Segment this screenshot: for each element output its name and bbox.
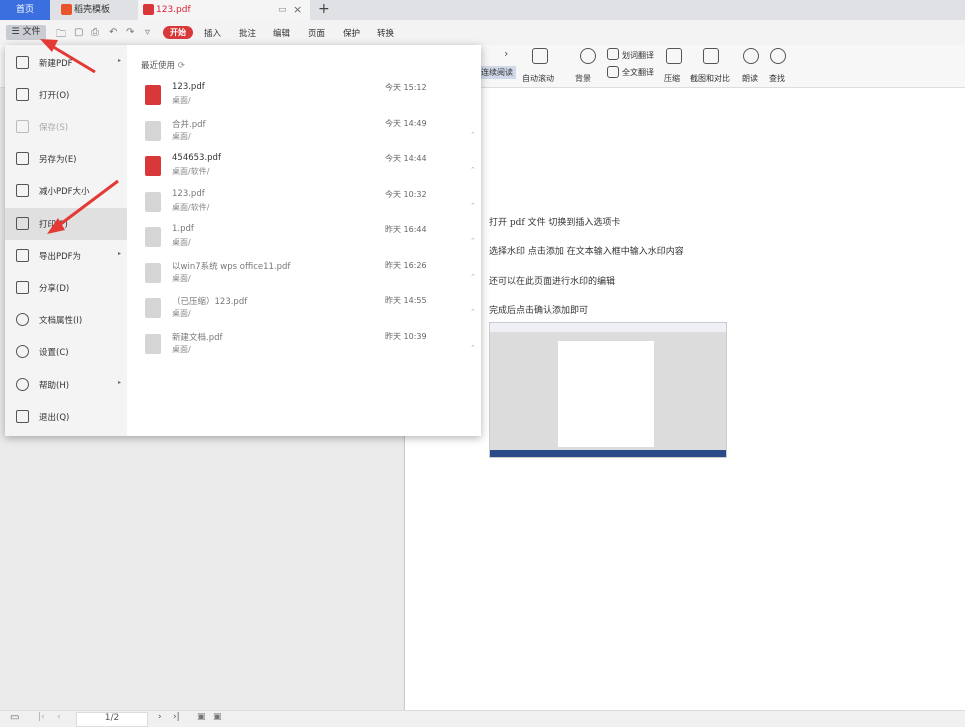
arrow-to-file-menu (40, 39, 96, 74)
annotation-arrows (40, 39, 119, 234)
arrow-to-print (47, 179, 119, 234)
